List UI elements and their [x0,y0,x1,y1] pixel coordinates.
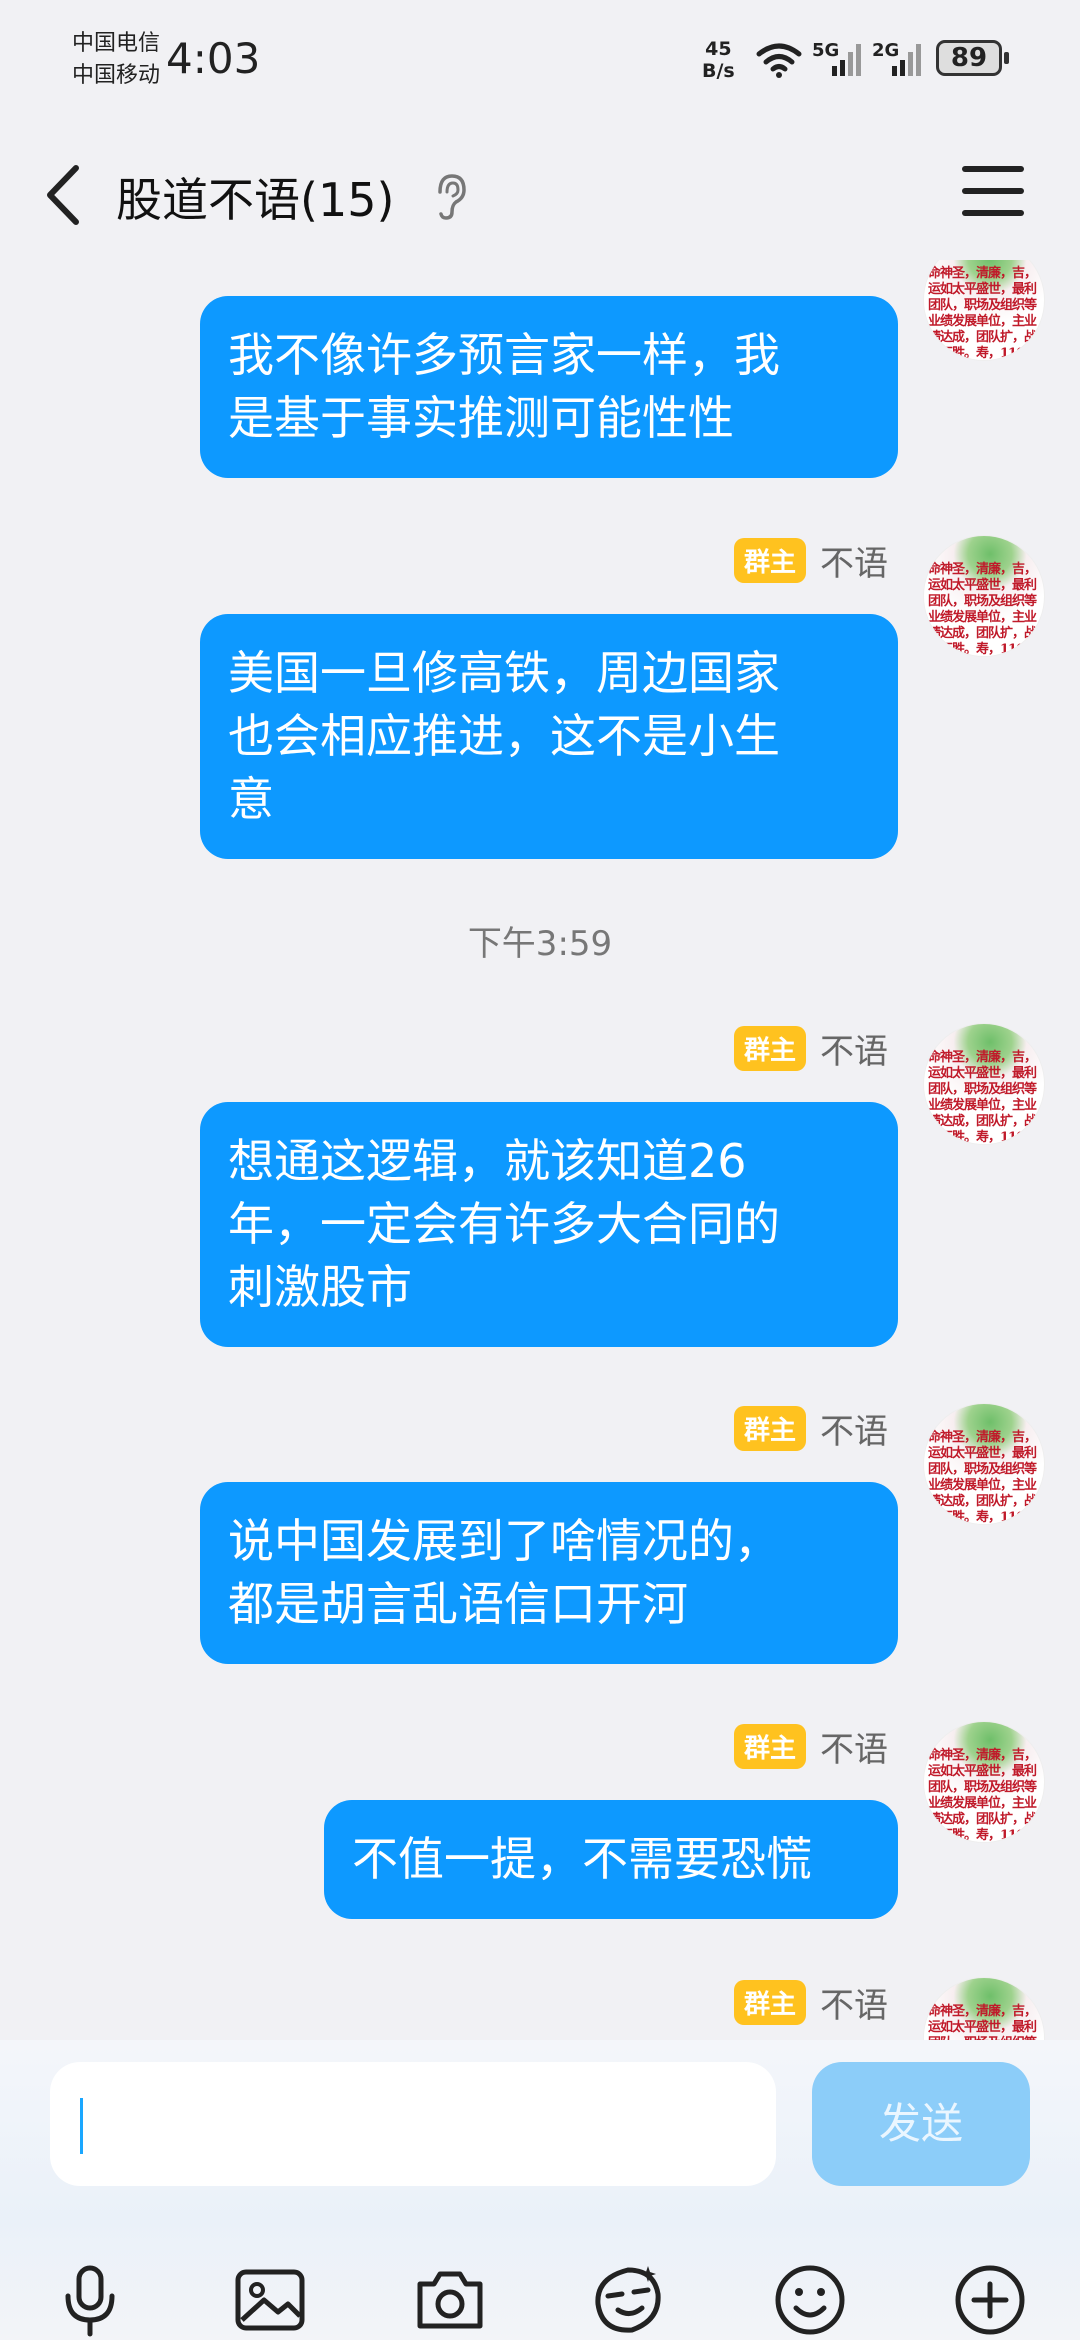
ear-icon[interactable] [432,172,468,222]
message-bubble[interactable]: 想通这逻辑，就该知道26 年，一定会有许多大合同的 刺激股市 [200,1102,898,1347]
network-speed-value: 45 [705,38,732,60]
owner-badge: 群主 [733,1980,806,2025]
message-list[interactable]: 命神圣，清廉，吉，运如太平盛世，最利团队，职场及组织等业绩发展单位，主业绩达成，… [0,260,1080,2040]
sender-meta: 群主 不语 [733,1722,888,1771]
image-icon[interactable] [230,2260,310,2340]
message-line: 也会相应推进，这不是小生 [228,709,780,763]
menu-icon[interactable] [962,166,1024,220]
sender-meta: 群主 不语 [733,1978,888,2027]
carrier-2: 中国移动 [72,63,161,88]
message-line: 说中国发展到了啥情况的， [228,1514,780,1568]
microphone-icon[interactable] [50,2260,130,2340]
camera-icon[interactable] [410,2260,490,2340]
battery-indicator: 89 [936,40,1009,76]
message-bubble[interactable]: 不值一提，不需要恐慌 [324,1800,898,1919]
avatar[interactable]: 命神圣，清廉，吉，运如太平盛世，最利团队，职场及组织等业绩发展单位，主业绩达成，… [924,1404,1044,1524]
sender-name[interactable]: 不语 [820,1024,888,1073]
message-bubble[interactable]: 说中国发展到了啥情况的， 都是胡言乱语信口开河 [200,1482,898,1664]
message-input[interactable] [50,2062,776,2186]
carrier-labels: 中国电信 中国移动 [72,28,160,92]
sender-meta: 群主 不语 [733,536,888,585]
avatar[interactable]: 命神圣，清廉，吉，运如太平盛世，最利团队，职场及组织等业绩发展单位，主业绩达成，… [924,1722,1044,1842]
message-line: 不值一提，不需要恐慌 [352,1832,812,1886]
sticker-face-icon[interactable] [588,2260,668,2340]
plus-circle-icon[interactable] [950,2260,1030,2340]
owner-badge: 群主 [733,1406,806,1451]
message-line: 都是胡言乱语信口开河 [228,1577,688,1631]
back-arrow-icon[interactable] [40,160,90,230]
sender-meta: 群主 不语 [733,1404,888,1453]
message-line: 美国一旦修高铁，周边国家 [228,646,780,700]
avatar[interactable]: 命神圣，清廉，吉，运如太平盛世，最利团队，职场及组织等业绩发展单位，主业绩达成，… [924,536,1044,656]
sender-name[interactable]: 不语 [820,1722,888,1771]
avatar[interactable]: 命神圣，清廉，吉，运如太平盛世，最利团队，职场及组织等业绩发展单位，主业绩达成，… [924,260,1044,360]
sender-name[interactable]: 不语 [820,536,888,585]
avatar-image-text: 命神圣，清廉，吉，运如太平盛世，最利团队，职场及组织等业绩发展单位，主业绩达成，… [928,1748,1037,1842]
chat-title: 股道不语(15) [116,173,395,227]
status-bar: 中国电信 中国移动 4:03 45 B/s 5G 2G 89 [0,0,1080,120]
sender-name[interactable]: 不语 [820,1978,888,2027]
message-line: 意 [228,772,274,826]
owner-badge: 群主 [733,538,806,583]
text-cursor [80,2098,83,2154]
input-area: 发送 [0,2040,1080,2340]
message-line: 刺激股市 [228,1260,412,1314]
message-bubble[interactable]: 我不像许多预言家一样，我 是基于事实推测可能性性 [200,296,898,478]
message-bubble[interactable]: 美国一旦修高铁，周边国家 也会相应推进，这不是小生 意 [200,614,898,859]
owner-badge: 群主 [733,1026,806,1071]
avatar-image-text: 命神圣，清廉，吉，运如太平盛世，最利团队，职场及组织等业绩发展单位，主业绩达成，… [928,1050,1037,1144]
avatar-image-text: 命神圣，清廉，吉，运如太平盛世，最利团队，职场及组织等业绩发展单位，主业绩达成，… [928,2004,1037,2040]
message-timestamp: 下午3:59 [467,924,613,964]
avatar[interactable]: 命神圣，清廉，吉，运如太平盛世，最利团队，职场及组织等业绩发展单位，主业绩达成，… [924,1024,1044,1144]
network-speed-unit: B/s [702,60,735,82]
input-toolbar [0,2260,1080,2340]
avatar-image-text: 命神圣，清廉，吉，运如太平盛世，最利团队，职场及组织等业绩发展单位，主业绩达成，… [928,1430,1037,1524]
carrier-1: 中国电信 [72,31,161,56]
sender-meta: 群主 不语 [733,1024,888,1073]
avatar-image-text: 命神圣，清廉，吉，运如太平盛世，最利团队，职场及组织等业绩发展单位，主业绩达成，… [928,562,1037,656]
status-clock: 4:03 [166,34,261,83]
wifi-icon [756,43,802,78]
send-button[interactable]: 发送 [812,2062,1030,2186]
emoji-icon[interactable] [770,2260,850,2340]
message-line: 是基于事实推测可能性性 [228,391,734,445]
chat-header: 股道不语(15) [0,130,1080,250]
network-speed: 45 B/s [702,38,735,82]
avatar-image-text: 命神圣，清廉，吉，运如太平盛世，最利团队，职场及组织等业绩发展单位，主业绩达成，… [928,266,1037,360]
message-line: 年，一定会有许多大合同的 [228,1197,780,1251]
message-line: 我不像许多预言家一样，我 [228,328,780,382]
sender-name[interactable]: 不语 [820,1404,888,1453]
message-line: 想通这逻辑，就该知道26 [228,1134,747,1188]
owner-badge: 群主 [733,1724,806,1769]
avatar[interactable]: 命神圣，清廉，吉，运如太平盛世，最利团队，职场及组织等业绩发展单位，主业绩达成，… [924,1978,1044,2040]
